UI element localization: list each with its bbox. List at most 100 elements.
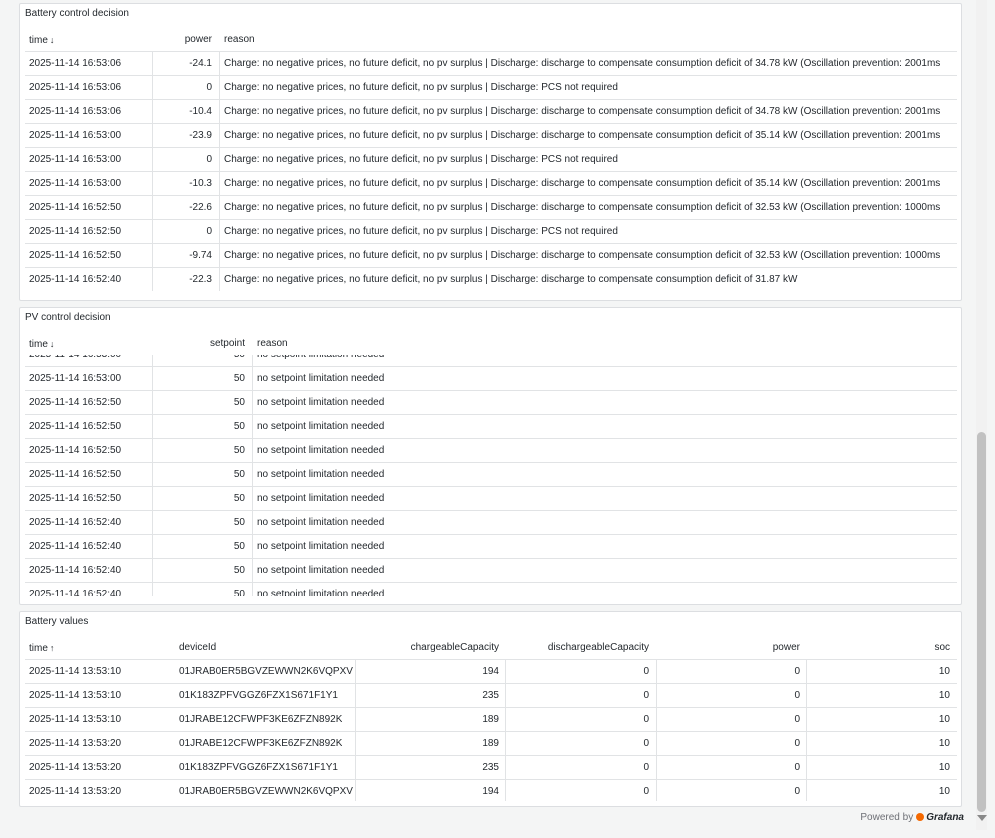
cell-power: 0 bbox=[794, 690, 800, 701]
cell-time: 2025-11-14 16:52:40 bbox=[29, 541, 122, 552]
cell-time: 2025-11-14 16:52:50 bbox=[29, 493, 122, 504]
table-row[interactable]: 2025-11-14 16:52:50 0 Charge: no negative … bbox=[25, 219, 957, 243]
table-row[interactable]: 2025-11-14 13:53:10 01JRAB0ER5BGVZEWWN2K6… bbox=[25, 659, 957, 683]
column-divider bbox=[152, 415, 153, 438]
column-divider bbox=[505, 732, 506, 755]
powered-by-label: Powered by bbox=[860, 812, 914, 823]
column-header-soc[interactable]: soc bbox=[934, 636, 950, 660]
column-divider bbox=[505, 756, 506, 779]
cell-soc: 10 bbox=[938, 714, 950, 725]
cell-time: 2025-11-14 13:53:20 bbox=[29, 738, 122, 749]
column-divider bbox=[252, 355, 253, 366]
column-divider bbox=[806, 732, 807, 755]
table-row[interactable]: 2025-11-14 16:52:50 50 no setpoint limitat… bbox=[25, 438, 957, 462]
table-row[interactable]: 2025-11-14 13:53:20 01JRABE12CFWPF3KE6ZFZ… bbox=[25, 731, 957, 755]
cell-reason: Charge: no negative prices, no future de… bbox=[224, 130, 941, 141]
cell-time: 2025-11-14 16:52:50 bbox=[29, 202, 122, 213]
table-body-viewport[interactable]: 2025-11-14 16:53:00 50 no setpoint limitat… bbox=[25, 355, 957, 596]
table-header: time ↓ setpoint reason bbox=[25, 332, 957, 356]
column-header-power[interactable]: power bbox=[185, 28, 212, 52]
column-divider bbox=[252, 487, 253, 510]
cell-power: -23.9 bbox=[189, 130, 212, 141]
page-scrollbar-thumb[interactable] bbox=[977, 432, 986, 812]
column-header-power[interactable]: power bbox=[773, 636, 800, 660]
cell-power: -22.6 bbox=[189, 202, 212, 213]
cell-time: 2025-11-14 16:52:40 bbox=[29, 589, 122, 596]
column-divider bbox=[806, 684, 807, 707]
column-divider bbox=[219, 124, 220, 147]
cell-setpoint: 50 bbox=[233, 541, 245, 552]
cell-chargeablecapacity: 235 bbox=[482, 762, 499, 773]
table-row[interactable]: 2025-11-14 16:53:06 0 Charge: no negative … bbox=[25, 75, 957, 99]
powered-by-footer[interactable]: Powered by Grafana bbox=[860, 812, 964, 823]
column-divider bbox=[355, 660, 356, 683]
table-row[interactable]: 2025-11-14 13:53:10 01K183ZPFVGGZ6FZX1S67… bbox=[25, 683, 957, 707]
table-row[interactable]: 2025-11-14 16:52:40 -22.3 Charge: no negat… bbox=[25, 267, 957, 291]
cell-time: 2025-11-14 13:53:10 bbox=[29, 690, 122, 701]
sort-arrow-down-icon: ↓ bbox=[49, 339, 55, 349]
column-divider bbox=[152, 391, 153, 414]
table-row[interactable]: 2025-11-14 16:52:50 50 no setpoint limitat… bbox=[25, 390, 957, 414]
table-row[interactable]: 2025-11-14 16:52:50 -9.74 Charge: no negat… bbox=[25, 243, 957, 267]
cell-reason: no setpoint limitation needed bbox=[257, 541, 385, 552]
cell-reason: Charge: no negative prices, no future de… bbox=[224, 106, 941, 117]
column-header-reason[interactable]: reason bbox=[257, 332, 288, 356]
table-row[interactable]: 2025-11-14 16:52:40 50 no setpoint limitat… bbox=[25, 534, 957, 558]
battery-control-decision-panel: Battery control decision time ↓ power rea… bbox=[19, 3, 962, 301]
cell-reason: Charge: no negative prices, no future de… bbox=[224, 58, 941, 69]
column-header-reason[interactable]: reason bbox=[224, 28, 255, 52]
panel-title: PV control decision bbox=[25, 312, 111, 323]
cell-deviceid: 01JRAB0ER5BGVZEWWN2K6VQPXV bbox=[179, 666, 353, 677]
table-row[interactable]: 2025-11-14 13:53:10 01JRABE12CFWPF3KE6ZFZ… bbox=[25, 707, 957, 731]
table-row[interactable]: 2025-11-14 16:52:40 50 no setpoint limitat… bbox=[25, 510, 957, 534]
table-row[interactable]: 2025-11-14 16:52:50 -22.6 Charge: no negat… bbox=[25, 195, 957, 219]
table-row[interactable]: 2025-11-14 16:53:00 50 no setpoint limitat… bbox=[25, 355, 957, 366]
cell-time: 2025-11-14 16:53:06 bbox=[29, 106, 122, 117]
cell-power: -10.3 bbox=[189, 178, 212, 189]
table-row[interactable]: 2025-11-14 13:53:20 01K183ZPFVGGZ6FZX1S67… bbox=[25, 755, 957, 779]
column-divider bbox=[219, 100, 220, 123]
cell-time: 2025-11-14 13:53:20 bbox=[29, 786, 122, 797]
table-row[interactable]: 2025-11-14 16:53:06 -10.4 Charge: no negat… bbox=[25, 99, 957, 123]
column-divider bbox=[152, 511, 153, 534]
cell-soc: 10 bbox=[938, 666, 950, 677]
table-row[interactable]: 2025-11-14 16:53:06 -24.1 Charge: no negat… bbox=[25, 51, 957, 75]
scroll-down-arrow-icon[interactable] bbox=[977, 815, 987, 821]
cell-reason: no setpoint limitation needed bbox=[257, 421, 385, 432]
column-divider bbox=[505, 684, 506, 707]
column-header-deviceid[interactable]: deviceId bbox=[179, 636, 216, 660]
column-divider bbox=[252, 415, 253, 438]
grafana-logo-icon bbox=[916, 813, 925, 821]
table-row[interactable]: 2025-11-14 13:53:20 01JRAB0ER5BGVZEWWN2K6… bbox=[25, 779, 957, 801]
table-row[interactable]: 2025-11-14 16:53:00 -10.3 Charge: no negat… bbox=[25, 171, 957, 195]
cell-time: 2025-11-14 16:53:00 bbox=[29, 373, 122, 384]
table-row[interactable]: 2025-11-14 16:52:40 50 no setpoint limitat… bbox=[25, 582, 957, 596]
column-divider bbox=[355, 756, 356, 779]
column-header-dischargeable-capacity[interactable]: dischargeableCapacity bbox=[548, 636, 649, 660]
column-header-time[interactable]: time ↓ bbox=[29, 332, 54, 356]
column-header-setpoint[interactable]: setpoint bbox=[210, 332, 245, 356]
column-header-time[interactable]: time ↓ bbox=[29, 28, 54, 52]
cell-time: 2025-11-14 16:52:50 bbox=[29, 445, 122, 456]
cell-deviceid: 01JRABE12CFWPF3KE6ZFZN892K bbox=[179, 738, 343, 749]
cell-time: 2025-11-14 16:53:00 bbox=[29, 355, 121, 366]
column-header-time[interactable]: time ↑ bbox=[29, 636, 54, 660]
column-divider bbox=[152, 196, 153, 219]
cell-time: 2025-11-14 16:53:06 bbox=[29, 82, 122, 93]
column-header-chargeable-capacity[interactable]: chargeableCapacity bbox=[411, 636, 499, 660]
cell-time: 2025-11-14 16:52:50 bbox=[29, 250, 122, 261]
column-divider bbox=[152, 100, 153, 123]
table-row[interactable]: 2025-11-14 16:52:50 50 no setpoint limitat… bbox=[25, 414, 957, 438]
table-row[interactable]: 2025-11-14 16:53:00 -23.9 Charge: no negat… bbox=[25, 123, 957, 147]
column-divider bbox=[252, 511, 253, 534]
table-row[interactable]: 2025-11-14 16:53:00 50 no setpoint limitat… bbox=[25, 366, 957, 390]
column-divider bbox=[806, 756, 807, 779]
cell-chargeablecapacity: 194 bbox=[482, 786, 499, 797]
column-divider bbox=[252, 439, 253, 462]
cell-deviceid: 01K183ZPFVGGZ6FZX1S671F1Y1 bbox=[179, 690, 338, 701]
table-row[interactable]: 2025-11-14 16:52:50 50 no setpoint limitat… bbox=[25, 486, 957, 510]
table-row[interactable]: 2025-11-14 16:52:40 50 no setpoint limitat… bbox=[25, 558, 957, 582]
table-row[interactable]: 2025-11-14 16:53:00 0 Charge: no negative … bbox=[25, 147, 957, 171]
cell-dischargeablecapacity: 0 bbox=[643, 714, 649, 725]
table-row[interactable]: 2025-11-14 16:52:50 50 no setpoint limitat… bbox=[25, 462, 957, 486]
